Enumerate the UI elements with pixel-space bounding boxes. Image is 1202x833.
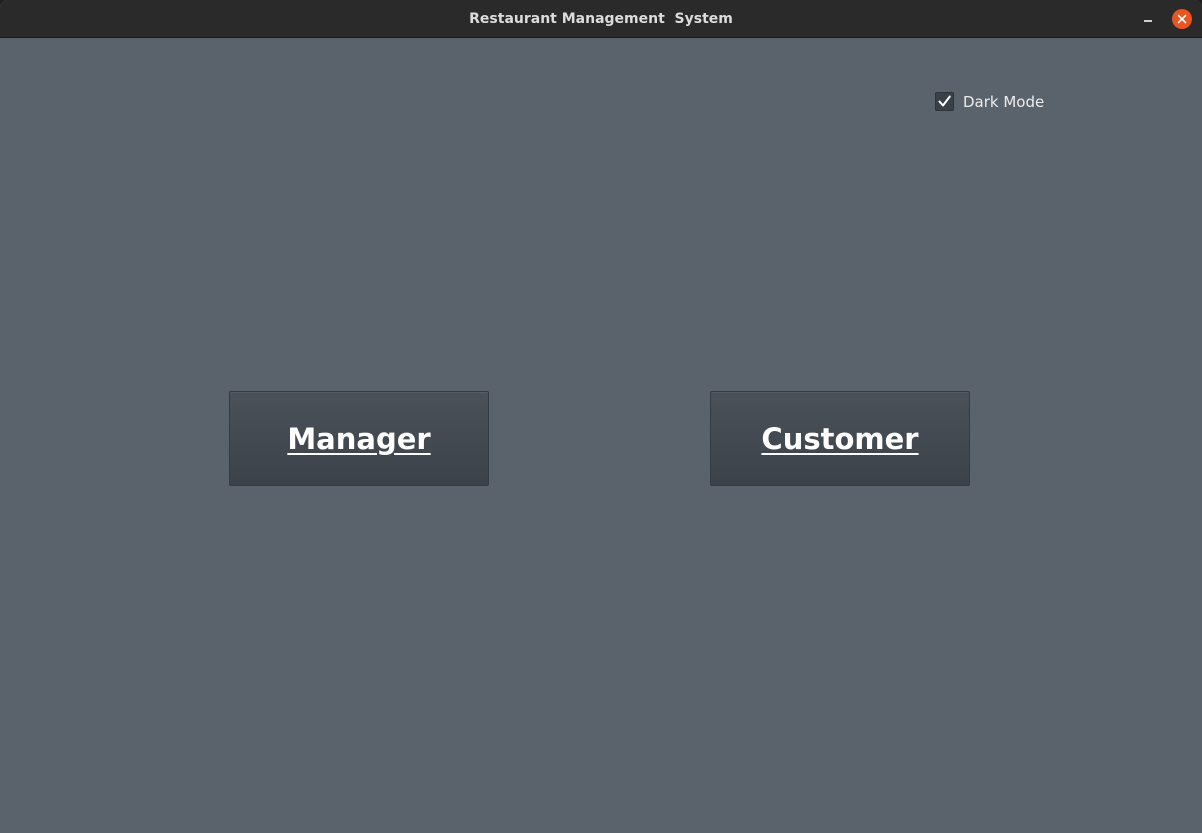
dark-mode-label: Dark Mode — [963, 92, 1045, 111]
window-title: Restaurant Management System — [469, 11, 733, 27]
checkmark-icon — [938, 95, 951, 107]
minimize-icon — [1144, 20, 1152, 22]
dark-mode-checkbox[interactable] — [935, 92, 954, 111]
main-panel: Dark Mode Manager Customer — [0, 38, 1202, 833]
app-window: Restaurant Management System Dark Mode M… — [0, 0, 1202, 833]
manager-button-label: Manager — [287, 421, 431, 456]
customer-button[interactable]: Customer — [710, 391, 970, 486]
title-bar[interactable]: Restaurant Management System — [0, 0, 1202, 38]
close-icon — [1177, 14, 1187, 24]
dark-mode-toggle[interactable]: Dark Mode — [935, 91, 1044, 112]
close-button[interactable] — [1172, 9, 1192, 29]
minimize-button[interactable] — [1138, 9, 1158, 29]
manager-button[interactable]: Manager — [229, 391, 489, 486]
customer-button-label: Customer — [761, 421, 919, 456]
